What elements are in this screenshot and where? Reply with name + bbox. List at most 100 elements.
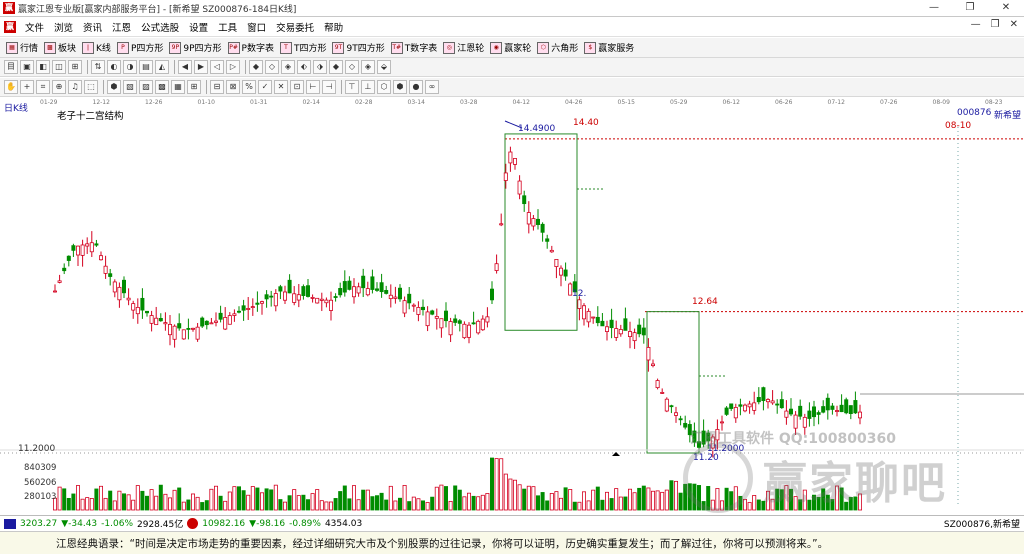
draw-tool-icon[interactable]: ▷ bbox=[226, 60, 240, 74]
menu-info[interactable]: 资讯 bbox=[78, 20, 107, 34]
analysis-tool-icon[interactable]: ⬢ bbox=[107, 80, 121, 94]
analysis-tool-icon[interactable]: ⊣ bbox=[322, 80, 336, 94]
sector-button[interactable]: ▩ 板块 bbox=[44, 41, 76, 54]
analysis-tool-icon[interactable]: ⊕ bbox=[52, 80, 66, 94]
analysis-tool-icon[interactable]: % bbox=[242, 80, 256, 94]
t-square-button[interactable]: T T四方形 bbox=[279, 41, 326, 54]
draw-tool-icon[interactable]: ⬙ bbox=[377, 60, 391, 74]
menu-tools[interactable]: 工具 bbox=[213, 20, 242, 34]
analysis-tool-icon[interactable]: ⌗ bbox=[36, 80, 50, 94]
date-tick: 03-14 bbox=[408, 99, 426, 106]
hexagon-button[interactable]: ⬡ 六角形 bbox=[537, 41, 578, 54]
draw-tool-icon[interactable]: ▤ bbox=[139, 60, 153, 74]
analysis-tool-icon[interactable]: ⊥ bbox=[361, 80, 375, 94]
quote-button[interactable]: ▦ 行情 bbox=[6, 41, 38, 54]
analysis-tool-icon[interactable]: ▦ bbox=[171, 80, 185, 94]
t-number-button[interactable]: T# T数字表 bbox=[390, 41, 437, 54]
volume-bar bbox=[568, 489, 573, 511]
draw-tool-icon[interactable]: ⬗ bbox=[313, 60, 327, 74]
analysis-tool-icon[interactable]: ⬡ bbox=[377, 80, 391, 94]
draw-tool-icon[interactable]: ▣ bbox=[20, 60, 34, 74]
menu-logo-icon: 赢 bbox=[4, 20, 16, 33]
gann-wheel-button[interactable]: ◎ 江恩轮 bbox=[443, 41, 484, 54]
draw-tool-icon[interactable]: ⬖ bbox=[297, 60, 311, 74]
draw-tool-icon[interactable]: ◈ bbox=[361, 60, 375, 74]
mdi-restore-button[interactable]: ❐ bbox=[991, 19, 1000, 30]
draw-tool-icon[interactable]: ⇅ bbox=[91, 60, 105, 74]
close-button[interactable]: ✕ bbox=[988, 0, 1024, 17]
candle-body bbox=[508, 151, 513, 164]
analysis-tool-icon[interactable]: ⊢ bbox=[306, 80, 320, 94]
volume-bar bbox=[356, 499, 361, 511]
candle-body bbox=[531, 218, 536, 227]
analysis-tool-icon[interactable]: ✕ bbox=[274, 80, 288, 94]
kline-button[interactable]: ǀ K线 bbox=[82, 41, 111, 54]
volume-bar bbox=[209, 488, 214, 511]
p-number-button[interactable]: P# P数字表 bbox=[227, 41, 274, 54]
draw-tool-icon[interactable]: ◇ bbox=[265, 60, 279, 74]
analysis-tool-icon[interactable]: ⊤ bbox=[345, 80, 359, 94]
candle-body bbox=[305, 285, 310, 297]
draw-tool-icon[interactable]: ◭ bbox=[155, 60, 169, 74]
menu-help[interactable]: 帮助 bbox=[319, 20, 348, 34]
analysis-tool-icon[interactable]: ▩ bbox=[155, 80, 169, 94]
mdi-minimize-button[interactable]: — bbox=[971, 19, 981, 30]
menu-gann[interactable]: 江恩 bbox=[107, 20, 136, 34]
draw-tool-icon[interactable]: 目 bbox=[4, 60, 18, 74]
menu-trade[interactable]: 交易委托 bbox=[271, 20, 319, 34]
volume-bar bbox=[315, 489, 320, 511]
draw-tool-icon[interactable]: ◆ bbox=[329, 60, 343, 74]
9t-square-button[interactable]: 9T 9T四方形 bbox=[332, 41, 385, 54]
draw-tool-icon[interactable]: ◆ bbox=[249, 60, 263, 74]
p-square-button[interactable]: P P四方形 bbox=[116, 41, 163, 54]
9p-square-button[interactable]: 9P 9P四方形 bbox=[169, 41, 222, 54]
candle-body bbox=[310, 297, 315, 299]
menu-formula[interactable]: 公式选股 bbox=[136, 20, 184, 34]
service-button[interactable]: $ 赢家服务 bbox=[584, 41, 634, 54]
menu-settings[interactable]: 设置 bbox=[184, 20, 213, 34]
menu-file[interactable]: 文件 bbox=[20, 20, 49, 34]
draw-tool-icon[interactable]: ◧ bbox=[36, 60, 50, 74]
9t-square-icon: 9T bbox=[332, 41, 345, 54]
analysis-tool-icon[interactable]: ▧ bbox=[123, 80, 137, 94]
date-tick: 06-12 bbox=[723, 99, 741, 106]
status-bar: 3203.27 ▼-34.43 -1.06% 2928.45亿 10982.16… bbox=[0, 515, 1024, 531]
candle-body bbox=[411, 304, 416, 307]
analysis-tool-icon[interactable]: ▨ bbox=[139, 80, 153, 94]
analysis-tool-icon[interactable]: ✓ bbox=[258, 80, 272, 94]
analysis-tool-icon[interactable]: ⬢ bbox=[393, 80, 407, 94]
candle-body bbox=[85, 243, 90, 247]
draw-tool-icon[interactable]: ◇ bbox=[345, 60, 359, 74]
draw-tool-icon[interactable]: ◫ bbox=[52, 60, 66, 74]
mdi-close-button[interactable]: ✕ bbox=[1010, 19, 1018, 30]
analysis-tool-icon[interactable]: ⊡ bbox=[290, 80, 304, 94]
analysis-tool-icon[interactable]: ∞ bbox=[425, 80, 439, 94]
candle-body bbox=[462, 323, 467, 339]
analysis-tool-icon[interactable]: ● bbox=[409, 80, 423, 94]
winner-wheel-button[interactable]: ◉ 赢家轮 bbox=[490, 41, 531, 54]
volume-bar bbox=[241, 490, 246, 511]
analysis-tool-icon[interactable]: ⊠ bbox=[226, 80, 240, 94]
draw-tool-icon[interactable]: ◈ bbox=[281, 60, 295, 74]
analysis-tool-icon[interactable]: ⊞ bbox=[187, 80, 201, 94]
maximize-button[interactable]: ❐ bbox=[952, 0, 988, 17]
volume-bar bbox=[545, 500, 550, 511]
9p-square-icon: 9P bbox=[169, 41, 182, 54]
volume-bar bbox=[76, 485, 81, 511]
analysis-tool-icon[interactable]: + bbox=[20, 80, 34, 94]
draw-tool-icon[interactable]: ◁ bbox=[210, 60, 224, 74]
draw-tool-icon[interactable]: ◀ bbox=[178, 60, 192, 74]
menu-browse[interactable]: 浏览 bbox=[49, 20, 78, 34]
menu-window[interactable]: 窗口 bbox=[242, 20, 271, 34]
analysis-tool-icon[interactable]: ♫ bbox=[68, 80, 82, 94]
draw-tool-icon[interactable]: ⊞ bbox=[68, 60, 82, 74]
candle-body bbox=[766, 399, 771, 403]
analysis-tool-icon[interactable]: ⊟ bbox=[210, 80, 224, 94]
draw-tool-icon[interactable]: ◐ bbox=[107, 60, 121, 74]
volume-bar bbox=[669, 480, 674, 511]
draw-tool-icon[interactable]: ▶ bbox=[194, 60, 208, 74]
draw-tool-icon[interactable]: ◑ bbox=[123, 60, 137, 74]
minimize-button[interactable]: — bbox=[916, 0, 952, 17]
analysis-tool-icon[interactable]: ⬚ bbox=[84, 80, 98, 94]
analysis-tool-icon[interactable]: ✋ bbox=[4, 80, 18, 94]
